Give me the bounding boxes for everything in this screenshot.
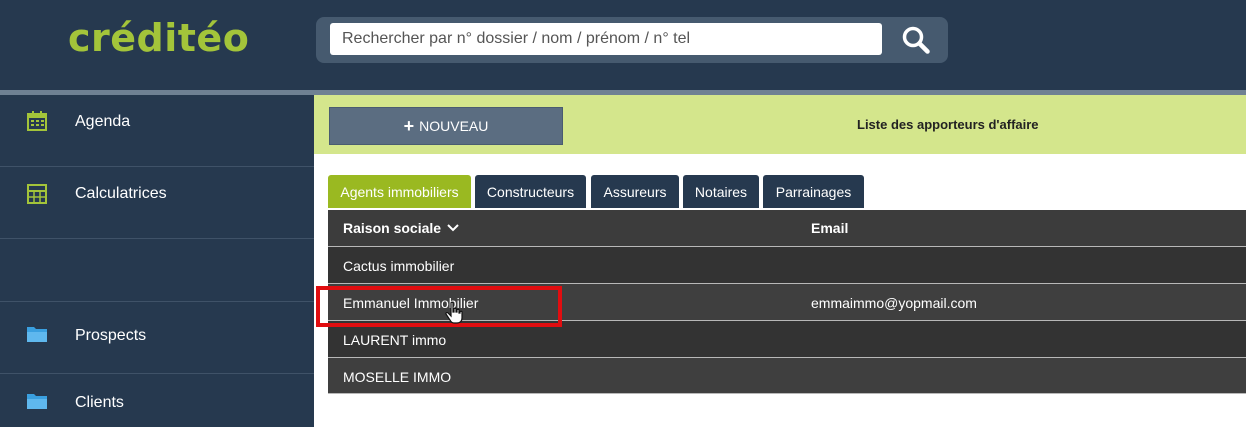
sidebar-item-label: Agenda — [75, 113, 131, 130]
tab-parrainages[interactable]: Parrainages — [763, 175, 864, 208]
cell-raison-sociale: MOSELLE IMMO — [343, 369, 452, 385]
column-header-raison-sociale[interactable]: Raison sociale — [343, 220, 460, 236]
search-button[interactable] — [894, 21, 938, 59]
creditea-logo[interactable]: créditéo — [68, 16, 249, 60]
tab-constructeurs[interactable]: Constructeurs — [475, 175, 586, 208]
highlight-box — [316, 286, 562, 327]
cell-raison-sociale: Cactus immobilier — [343, 258, 455, 274]
hand-cursor-icon — [445, 301, 463, 324]
calculator-icon — [27, 184, 47, 204]
tab-assureurs[interactable]: Assureurs — [591, 175, 679, 208]
main-content: + NOUVEAU Liste des apporteurs d'affaire… — [314, 95, 1246, 427]
app-window: créditéo Agenda — [0, 0, 1246, 427]
folder-icon — [27, 394, 47, 409]
sidebar-item-agenda[interactable]: Agenda — [0, 95, 314, 167]
table-row[interactable]: Cactus immobilier — [328, 246, 1246, 283]
cell-email: emmaimmo@yopmail.com — [811, 295, 977, 311]
top-header: créditéo — [0, 0, 1246, 90]
sidebar-item-label: Calculatrices — [75, 185, 167, 202]
tab-notaires[interactable]: Notaires — [683, 175, 759, 208]
folder-icon — [27, 327, 47, 342]
table-row[interactable]: MOSELLE IMMO — [328, 357, 1246, 394]
sidebar-item-calculatrices[interactable]: Calculatrices — [0, 167, 314, 239]
page-title: Liste des apporteurs d'affaire — [857, 117, 1039, 132]
toolbar: + NOUVEAU Liste des apporteurs d'affaire — [314, 95, 1246, 154]
column-header-email: Email — [811, 220, 849, 236]
sidebar-item-label: Clients — [75, 394, 124, 411]
new-button[interactable]: + NOUVEAU — [329, 107, 563, 145]
sidebar: Agenda Calculatrices Prospects Clients — [0, 95, 314, 427]
search-input[interactable] — [330, 23, 882, 55]
sidebar-item-prospects[interactable]: Prospects — [0, 302, 314, 374]
sidebar-item-label: Prospects — [75, 327, 147, 344]
sidebar-item-clients[interactable]: Clients — [0, 374, 314, 427]
tab-agents-immobiliers[interactable]: Agents immobiliers — [328, 175, 471, 208]
table-header: Raison sociale Email — [328, 210, 1246, 246]
search-icon — [902, 26, 930, 54]
sidebar-spacer — [0, 239, 314, 302]
new-button-label: NOUVEAU — [419, 118, 489, 134]
chevron-down-icon — [447, 224, 459, 232]
plus-icon: + — [403, 115, 415, 136]
calendar-icon — [27, 111, 47, 131]
search-bar — [316, 17, 948, 63]
cell-raison-sociale: LAURENT immo — [343, 332, 447, 348]
